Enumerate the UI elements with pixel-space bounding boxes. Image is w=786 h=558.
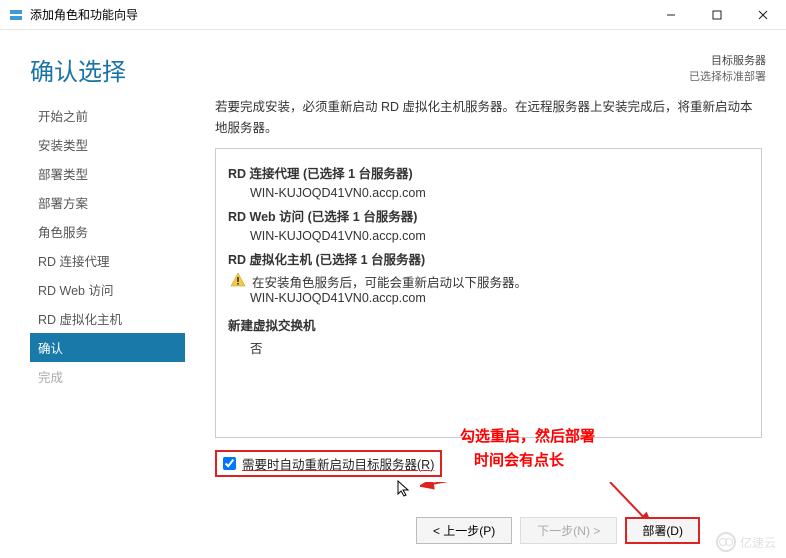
title-bar: 添加角色和功能向导 [0,0,786,30]
warning-line: 在安装角色服务后，可能会重新启动以下服务器。 [230,272,749,291]
warning-text: 在安装角色服务后，可能会重新启动以下服务器。 [252,272,527,291]
warning-icon [230,272,246,288]
role-server-web: WIN-KUJOQD41VN0.accp.com [250,229,749,243]
restart-checkbox-label[interactable]: 需要时自动重新启动目标服务器(R) [242,454,434,473]
new-vswitch-value: 否 [250,338,749,357]
header: 确认选择 目标服务器 已选择标准部署 [0,30,786,97]
target-server-label: 目标服务器 [689,52,766,68]
watermark: 亿速云 [716,532,776,552]
target-server-box: 目标服务器 已选择标准部署 [689,52,766,84]
role-server-virt: WIN-KUJOQD41VN0.accp.com [250,291,749,305]
server-manager-icon [8,7,24,23]
confirmation-list: RD 连接代理 (已选择 1 台服务器) WIN-KUJOQD41VN0.acc… [215,148,762,438]
wizard-sidebar: 开始之前 安装类型 部署类型 部署方案 角色服务 RD 连接代理 RD Web … [30,97,185,477]
window-controls [648,0,786,30]
close-button[interactable] [740,0,786,30]
sidebar-item-role-services[interactable]: 角色服务 [30,217,185,246]
role-heading-virt: RD 虚拟化主机 (已选择 1 台服务器) [228,249,749,268]
deploy-button[interactable]: 部署(D) [625,517,700,544]
sidebar-item-install-type[interactable]: 安装类型 [30,130,185,159]
cursor-icon [397,480,411,498]
page-title: 确认选择 [30,52,126,87]
minimize-button[interactable] [648,0,694,30]
sidebar-item-before-begin[interactable]: 开始之前 [30,101,185,130]
role-heading-broker: RD 连接代理 (已选择 1 台服务器) [228,163,749,182]
sidebar-item-rd-web[interactable]: RD Web 访问 [30,275,185,304]
sidebar-item-deploy-plan[interactable]: 部署方案 [30,188,185,217]
sidebar-item-rd-virtualization[interactable]: RD 虚拟化主机 [30,304,185,333]
role-heading-web: RD Web 访问 (已选择 1 台服务器) [228,206,749,225]
prev-button[interactable]: < 上一步(P) [416,517,512,544]
annotation-line2: 时间会有点长 [474,449,595,473]
sidebar-item-deploy-type[interactable]: 部署类型 [30,159,185,188]
sidebar-item-confirm[interactable]: 确认 [30,333,185,362]
sidebar-item-complete: 完成 [30,362,185,391]
user-annotation: 勾选重启，然后部署 时间会有点长 [460,425,595,473]
target-server-value: 已选择标准部署 [689,68,766,84]
new-vswitch-heading: 新建虚拟交换机 [228,315,749,334]
sidebar-item-rd-broker[interactable]: RD 连接代理 [30,246,185,275]
restart-checkbox[interactable] [223,457,236,470]
watermark-text: 亿速云 [740,534,776,551]
role-server-broker: WIN-KUJOQD41VN0.accp.com [250,186,749,200]
annotation-line1: 勾选重启，然后部署 [460,425,595,449]
restart-checkbox-row[interactable]: 需要时自动重新启动目标服务器(R) [215,450,442,477]
maximize-button[interactable] [694,0,740,30]
next-button: 下一步(N) > [520,517,617,544]
watermark-logo-icon [716,532,736,552]
intro-text: 若要完成安装，必须重新启动 RD 虚拟化主机服务器。在远程服务器上安装完成后，将… [215,97,762,140]
content-area: 若要完成安装，必须重新启动 RD 虚拟化主机服务器。在远程服务器上安装完成后，将… [185,97,786,477]
wizard-footer: < 上一步(P) 下一步(N) > 部署(D) 取消 [416,517,766,544]
window-title: 添加角色和功能向导 [30,6,648,23]
